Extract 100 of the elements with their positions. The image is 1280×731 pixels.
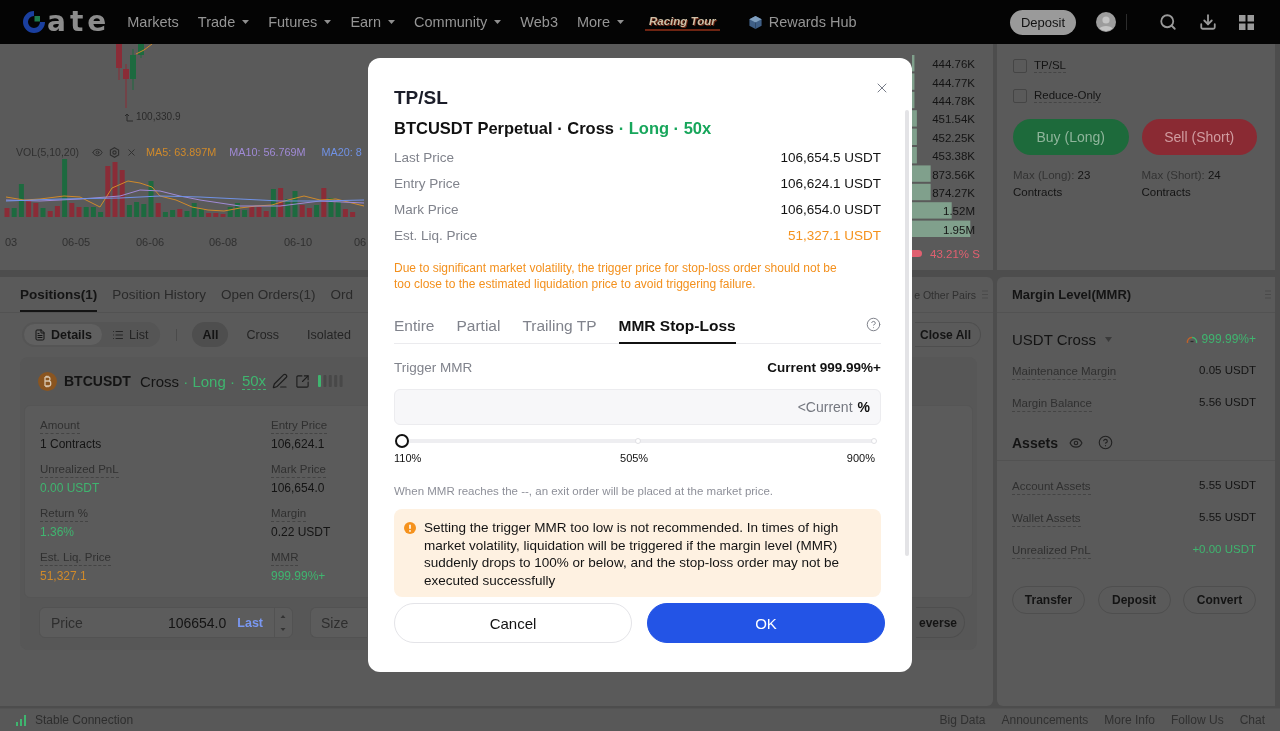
nav-link[interactable]: Web3 bbox=[520, 14, 558, 30]
tpsl-tab[interactable]: MMR Stop-Loss bbox=[618, 305, 736, 344]
field-value: 5.55 USDT bbox=[1199, 511, 1256, 523]
edit-icon[interactable] bbox=[272, 373, 289, 389]
share-icon[interactable] bbox=[295, 373, 311, 389]
candlestick-chart bbox=[116, 44, 153, 108]
order-amount: 444.78K bbox=[932, 94, 975, 107]
ratio-bar-icon bbox=[912, 250, 922, 258]
price-label: Entry Price bbox=[394, 175, 461, 191]
field-value: 106,624.1 bbox=[271, 436, 325, 453]
nav-link[interactable]: Community bbox=[414, 14, 502, 30]
checkbox-label: TP/SL bbox=[1034, 58, 1066, 73]
price-value: 51,327.1 USDT bbox=[787, 227, 881, 243]
search-icon[interactable] bbox=[1159, 13, 1177, 31]
field-value: 106,654.0 bbox=[271, 480, 325, 497]
position-symbol: BTCUSDT bbox=[64, 373, 131, 389]
field-value: 1.36% bbox=[40, 524, 75, 541]
download-icon[interactable] bbox=[1199, 13, 1217, 31]
logo-icon[interactable] bbox=[22, 10, 46, 34]
section-title: Assets bbox=[1012, 434, 1058, 451]
field-value: 5.56 USDT bbox=[1199, 396, 1256, 408]
current-mmr-text: Current 999.99%+ bbox=[767, 359, 881, 375]
buy-long-button[interactable]: Buy (Long) bbox=[1013, 119, 1129, 155]
field-value: +0.00 USDT bbox=[1192, 543, 1256, 555]
filter-chip[interactable]: All bbox=[192, 322, 229, 347]
help-icon[interactable] bbox=[866, 316, 881, 332]
field-value: 0.22 USDT bbox=[271, 524, 331, 541]
field-value: 0.00 USDT bbox=[40, 480, 100, 497]
apps-grid-icon[interactable] bbox=[1239, 14, 1254, 30]
field-value: 51,327.1 bbox=[40, 568, 87, 585]
trigger-mmr-input[interactable]: <Current bbox=[395, 396, 853, 418]
price-value: 106,654.0 USDT bbox=[780, 201, 881, 217]
slider-mark-label: 110% bbox=[394, 452, 422, 465]
slider-step-icon bbox=[635, 438, 641, 444]
position-mode: Cross · Long · bbox=[139, 372, 235, 390]
order-amount: 453.38K bbox=[932, 150, 975, 163]
list-icon bbox=[112, 328, 124, 341]
slider-mark-label: 505% bbox=[620, 452, 649, 465]
slider-step-icon bbox=[871, 438, 877, 444]
order-amount: 444.77K bbox=[932, 76, 975, 89]
document-icon bbox=[34, 328, 46, 341]
position-title: BTCUSDT Perpetual · Cross · Long · 50x bbox=[394, 118, 713, 138]
racing-tour-link[interactable]: Racing Tour bbox=[645, 13, 720, 31]
order-amount: 451.54K bbox=[932, 113, 975, 126]
dialog-title: TP/SL bbox=[394, 87, 448, 109]
field-value: 1 Contracts bbox=[40, 436, 102, 453]
slider-mark-label: 900% bbox=[846, 452, 875, 465]
tpsl-tab[interactable]: Entire bbox=[394, 305, 435, 344]
eye-icon[interactable] bbox=[92, 146, 104, 158]
price-label: Last Price bbox=[394, 149, 455, 165]
last-price-button[interactable]: Last bbox=[237, 615, 263, 630]
sell-short-button[interactable]: Sell (Short) bbox=[1141, 119, 1257, 155]
nav-link[interactable]: Markets bbox=[127, 14, 179, 30]
price-input[interactable]: 106654.0 bbox=[82, 612, 227, 633]
order-amount: 452.25K bbox=[932, 131, 975, 144]
nav-link[interactable]: Trade bbox=[197, 14, 250, 30]
avatar-icon[interactable] bbox=[1096, 12, 1116, 32]
logo-wordmark: ate bbox=[47, 8, 111, 36]
ratio-label: 43.21% S bbox=[930, 247, 980, 260]
field-value: 5.55 USDT bbox=[1199, 479, 1256, 491]
ok-button[interactable]: OK bbox=[647, 603, 885, 643]
rewards-hub-link[interactable]: Rewards Hub bbox=[747, 14, 857, 30]
leverage-label[interactable]: 50x bbox=[241, 372, 267, 390]
account-selector[interactable]: USDT Cross bbox=[1012, 330, 1112, 348]
volatility-notice: Due to significant market volatility, the trigger price for stop-loss order should not be too close to the estimated liquidation price to avoid triggering failure. bbox=[394, 260, 838, 292]
checkbox-label: Reduce-Only bbox=[1034, 88, 1102, 103]
eye-icon[interactable] bbox=[1068, 435, 1083, 450]
nav-link[interactable]: More bbox=[576, 14, 624, 30]
cube-icon bbox=[747, 14, 763, 30]
slider-thumb[interactable] bbox=[395, 434, 409, 448]
moving-average-label: MA20: 8 bbox=[321, 146, 362, 158]
nav-link[interactable]: Futures bbox=[268, 14, 332, 30]
close-icon[interactable] bbox=[126, 146, 138, 158]
price-value: 106,654.5 USDT bbox=[780, 149, 881, 165]
gauge-icon bbox=[1185, 334, 1198, 344]
field-value: 999.99%+ bbox=[271, 568, 326, 585]
trigger-mmr-field[interactable]: <Current % bbox=[394, 389, 881, 425]
arrow-up-icon bbox=[125, 112, 133, 122]
cancel-button[interactable]: Cancel bbox=[394, 603, 632, 643]
bitcoin-icon bbox=[38, 371, 57, 391]
deposit-button[interactable]: Deposit bbox=[1009, 9, 1076, 35]
order-amount: 873.56K bbox=[932, 168, 975, 181]
price-label: Est. Liq. Price bbox=[394, 227, 478, 243]
price-label: Mark Price bbox=[394, 201, 459, 217]
price-value: 106,624.1 USDT bbox=[780, 175, 881, 191]
moving-average-label: MA10: 56.769M bbox=[229, 146, 306, 158]
order-amount: 444.76K bbox=[932, 58, 975, 71]
panel-title: Margin Level(MMR) bbox=[1012, 287, 1132, 302]
field-value: 0.05 USDT bbox=[1199, 364, 1256, 376]
caret-icon bbox=[1104, 336, 1112, 342]
warning-text: Setting the trigger MMR too low is not recommended. In times of high market volatility, liquidation will be triggered if the margin level (MMR) suddenly drops to 100% or below, and the stop-loss order may not be executed successfully bbox=[424, 519, 840, 589]
order-amount: 874.27K bbox=[932, 186, 975, 199]
positions-tab[interactable]: Positions(1) bbox=[20, 277, 98, 312]
view-toggle[interactable]: Details bbox=[24, 324, 102, 345]
tpsl-tab[interactable]: Partial bbox=[456, 305, 501, 344]
help-icon[interactable] bbox=[1097, 435, 1113, 450]
settings-icon[interactable] bbox=[109, 146, 121, 158]
order-amount: 1.95M bbox=[943, 223, 975, 236]
nav-link[interactable]: Earn bbox=[350, 14, 395, 30]
tpsl-tab[interactable]: Trailing TP bbox=[522, 305, 597, 344]
